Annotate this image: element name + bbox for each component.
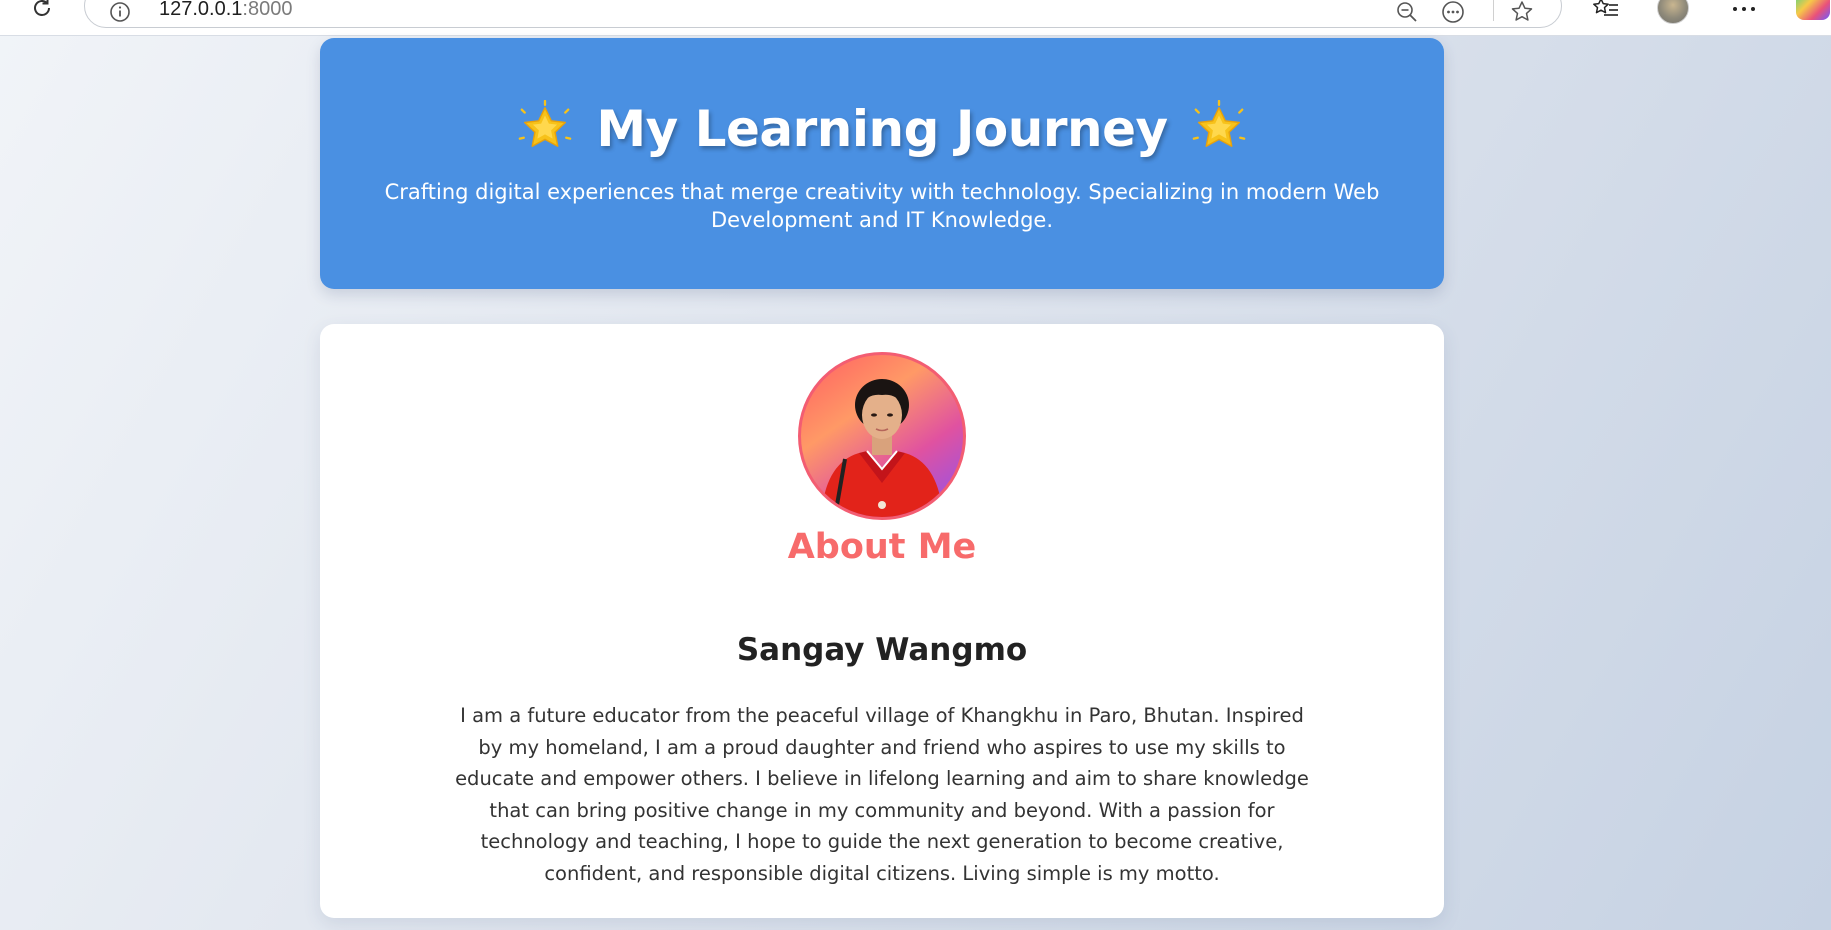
- address-divider: [1493, 0, 1494, 21]
- hero-title: My Learning Journey: [596, 100, 1168, 158]
- more-menu-icon[interactable]: [1728, 0, 1760, 24]
- url-host: 127.0.0.1: [159, 0, 243, 20]
- reload-icon[interactable]: [26, 0, 58, 24]
- copilot-icon[interactable]: [1796, 0, 1830, 20]
- info-icon[interactable]: [109, 1, 131, 23]
- hero-banner: My Learning Journey Crafting digital exp…: [320, 38, 1444, 289]
- about-card: About Me Sangay Wangmo I am a future edu…: [320, 324, 1444, 918]
- address-bar[interactable]: 127.0.0.1:8000: [84, 0, 1562, 28]
- url-port: :8000: [242, 0, 293, 20]
- url-text[interactable]: 127.0.0.1:8000: [159, 0, 292, 21]
- favorites-list-icon[interactable]: [1590, 0, 1622, 24]
- profile-avatar[interactable]: [1657, 0, 1689, 24]
- zoom-out-icon[interactable]: [1393, 0, 1421, 25]
- hero-subtitle: Crafting digital experiences that merge …: [384, 180, 1380, 232]
- read-aloud-icon[interactable]: [1439, 0, 1467, 25]
- about-heading: About Me: [787, 527, 977, 567]
- bio-paragraph: I am a future educator from the peaceful…: [455, 704, 1309, 885]
- person-name: Sangay Wangmo: [736, 632, 1028, 668]
- browser-toolbar: 127.0.0.1:8000: [0, 0, 1831, 36]
- hero-title-row: My Learning Journey: [320, 100, 1444, 158]
- glowing-star-icon: [1192, 100, 1245, 147]
- glowing-star-icon: [519, 100, 572, 147]
- favorite-star-icon[interactable]: [1508, 0, 1536, 25]
- profile-photo: [798, 352, 966, 520]
